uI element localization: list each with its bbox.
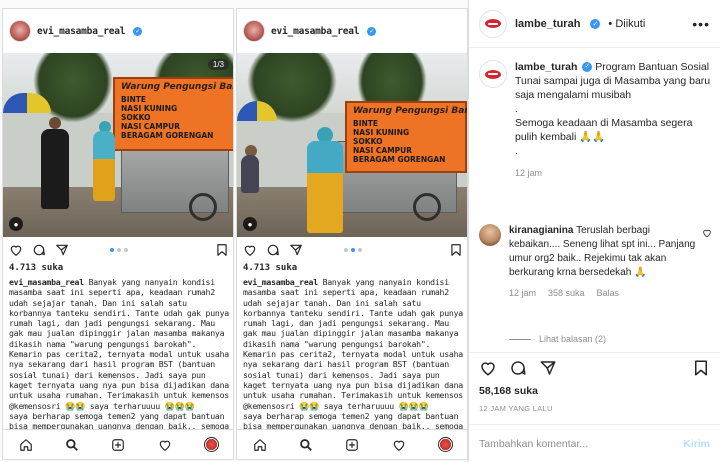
likes-count[interactable]: 4.713 suka [243,263,297,273]
comment-input[interactable] [479,437,684,450]
profile-avatar-icon[interactable] [203,437,219,452]
likes-count[interactable]: 4.713 suka [9,263,63,273]
add-post-icon[interactable] [111,438,125,452]
verified-icon: ✓ [367,26,377,36]
search-icon[interactable] [299,438,313,452]
post-username[interactable]: evi_masamba_real [271,26,360,37]
activity-heart-icon[interactable] [392,438,406,452]
share-icon[interactable] [55,243,69,257]
heart-icon[interactable] [9,243,23,257]
avatar[interactable] [243,20,265,42]
user-tag-icon[interactable]: ● [243,217,257,231]
photo-counter-badge: 1/3 [207,59,229,70]
caption-username[interactable]: evi_masamba_real [243,277,318,287]
profile-avatar-icon[interactable] [437,437,453,452]
author-username[interactable]: lambe_turah [515,18,580,30]
caption-username[interactable]: evi_masamba_real [9,277,84,287]
heart-icon[interactable] [243,243,257,257]
add-post-icon[interactable] [345,438,359,452]
avatar[interactable] [9,20,31,42]
bottom-nav [3,429,233,459]
post-photo[interactable]: Warung Pengungsi Barokah BINTE NASI KUNI… [3,53,233,237]
post-photo[interactable]: Warung Pengungsi Barokah BINTE NASI KUNI… [237,53,467,237]
post-screenshot-2: evi_masamba_real ✓ Warung Pengungsi Baro… [236,8,468,460]
bookmark-icon[interactable] [692,359,710,377]
carousel-dots [110,248,128,252]
lips-logo-avatar[interactable] [479,9,507,38]
heart-icon[interactable] [479,359,497,377]
post-username[interactable]: evi_masamba_real [37,26,126,37]
search-icon[interactable] [65,438,79,452]
bookmark-icon[interactable] [449,243,463,257]
post-header: lambe_turah ✓ • Diikuti ••• [469,0,720,48]
home-icon[interactable] [253,438,267,452]
verified-icon: ✓ [582,62,593,73]
reply-button[interactable]: Balas [597,288,620,298]
caption-paragraph-1: Banyak yang nanyain kondisi masamba saat… [9,277,229,401]
caption-dot: . [515,145,518,157]
share-icon[interactable] [289,243,303,257]
warung-banner: Warung Pengungsi Barokah BINTE NASI KUNI… [345,101,467,173]
caption-paragraph-2: @kemensosri 😭😭 saya terharuuuu 😭😭😭 [9,400,195,411]
post-header: evi_masamba_real ✓ [3,9,233,53]
comment-icon[interactable] [266,243,280,257]
post-screenshot-1: evi_masamba_real ✓ Warung Pengungsi Baro… [2,8,234,460]
likes-count[interactable]: 58,168 suka [479,385,538,397]
following-status[interactable]: • Diikuti [608,18,645,30]
post-detail-panel: lambe_turah ✓ • Diikuti ••• lambe_turah … [469,0,720,462]
post-actions [237,239,467,261]
caption-text-2: Semoga keadaan di Masamba segera pulih k… [515,117,693,143]
verified-icon: ✓ [590,18,601,29]
post-actions [3,239,233,261]
post-actions [469,352,720,382]
comment-time: 12 jam [509,288,537,298]
carousel-dots [344,248,362,252]
lips-logo-avatar[interactable] [479,60,507,88]
warung-banner: Warung Pengungsi Barokah BINTE NASI KUNI… [113,77,233,151]
caption-paragraph-1: Banyak yang nanyain kondisi masamba saat… [243,277,463,401]
instagram-screenshots-area: evi_masamba_real ✓ Warung Pengungsi Baro… [0,0,469,462]
caption-time: 12 jam [515,168,543,178]
comment-icon[interactable] [32,243,46,257]
comment-icon[interactable] [509,359,527,377]
caption-author[interactable]: lambe_turah [515,61,577,73]
home-icon[interactable] [19,438,33,452]
user-tag-icon[interactable]: ● [9,217,23,231]
comment-username[interactable]: kiranagianina [509,225,573,236]
caption-paragraph-2: @kemensosri 😭😭 saya terharuuuu 😭😭😭 [243,400,429,411]
post-caption-block: lambe_turah ✓ Program Bantuan Sosial Tun… [479,60,714,178]
verified-icon: ✓ [133,26,143,36]
caption-dot: . [515,103,518,115]
view-replies-label[interactable]: Lihat balasan (2) [539,334,606,344]
more-options-icon[interactable]: ••• [692,16,710,32]
view-replies-button[interactable]: Lihat balasan (2) [509,334,606,344]
share-icon[interactable] [539,359,557,377]
activity-heart-icon[interactable] [158,438,172,452]
comment-like-icon[interactable] [702,228,712,238]
comment: kiranagianina Teruslah berbagi kebaikan.… [479,224,714,298]
bookmark-icon[interactable] [215,243,229,257]
post-timestamp: 12 JAM YANG LALU [479,404,553,413]
post-header: evi_masamba_real ✓ [237,9,467,53]
comment-likes[interactable]: 358 suka [548,288,585,298]
bottom-nav [237,429,467,459]
comment-form: Kirim [469,424,720,462]
avatar[interactable] [479,224,501,246]
send-comment-button[interactable]: Kirim [683,438,710,450]
